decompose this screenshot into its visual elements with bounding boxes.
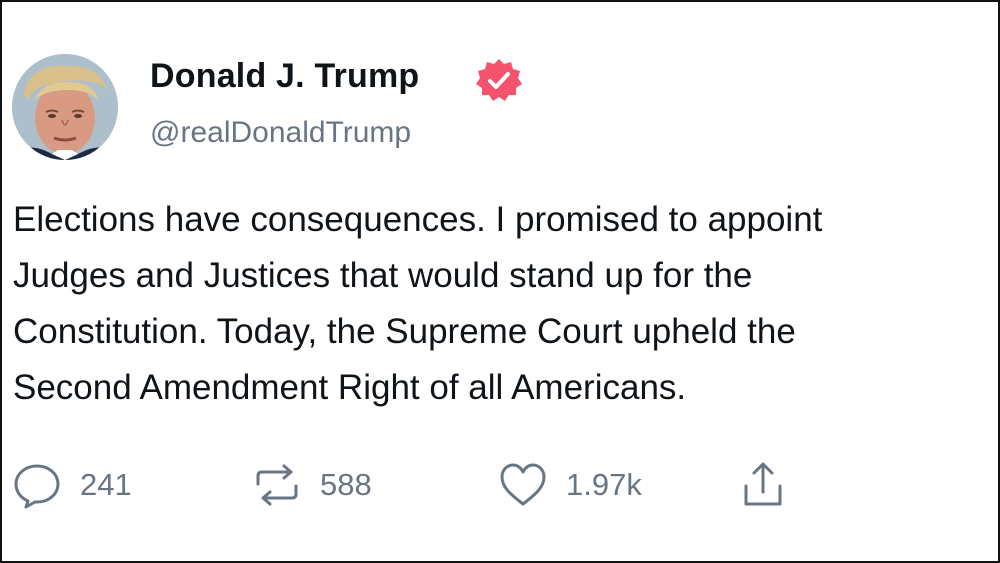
like-button[interactable]: 1.97k [498, 457, 642, 513]
avatar[interactable] [12, 54, 118, 160]
tweet-text-line: Judges and Justices that would stand up … [13, 256, 753, 295]
reply-button[interactable]: 241 [12, 457, 132, 513]
like-count: 1.97k [566, 467, 642, 502]
share-button[interactable] [738, 457, 788, 513]
profile-photo [12, 54, 118, 160]
retweet-count: 588 [320, 467, 372, 502]
retweet-icon [256, 464, 298, 506]
action-bar: 241 588 1.97k [2, 457, 1000, 513]
user-handle[interactable]: @realDonaldTrump [150, 116, 411, 150]
reply-icon [14, 464, 60, 509]
tweet-card: Donald J. Trump @realDonaldTrump Electio… [0, 0, 1000, 563]
retweet-button[interactable]: 588 [252, 457, 372, 513]
display-name[interactable]: Donald J. Trump [150, 57, 419, 96]
verified-badge-icon [476, 57, 522, 103]
tweet-text-line: Second Amendment Right of all Americans. [13, 368, 687, 407]
tweet-text: Elections have consequences. I promised … [13, 192, 998, 416]
heart-icon [500, 463, 546, 506]
tweet-text-line: Elections have consequences. I promised … [13, 200, 823, 239]
share-icon [744, 462, 782, 506]
reply-count: 241 [80, 467, 132, 502]
tweet-text-line: Constitution. Today, the Supreme Court u… [13, 312, 796, 351]
